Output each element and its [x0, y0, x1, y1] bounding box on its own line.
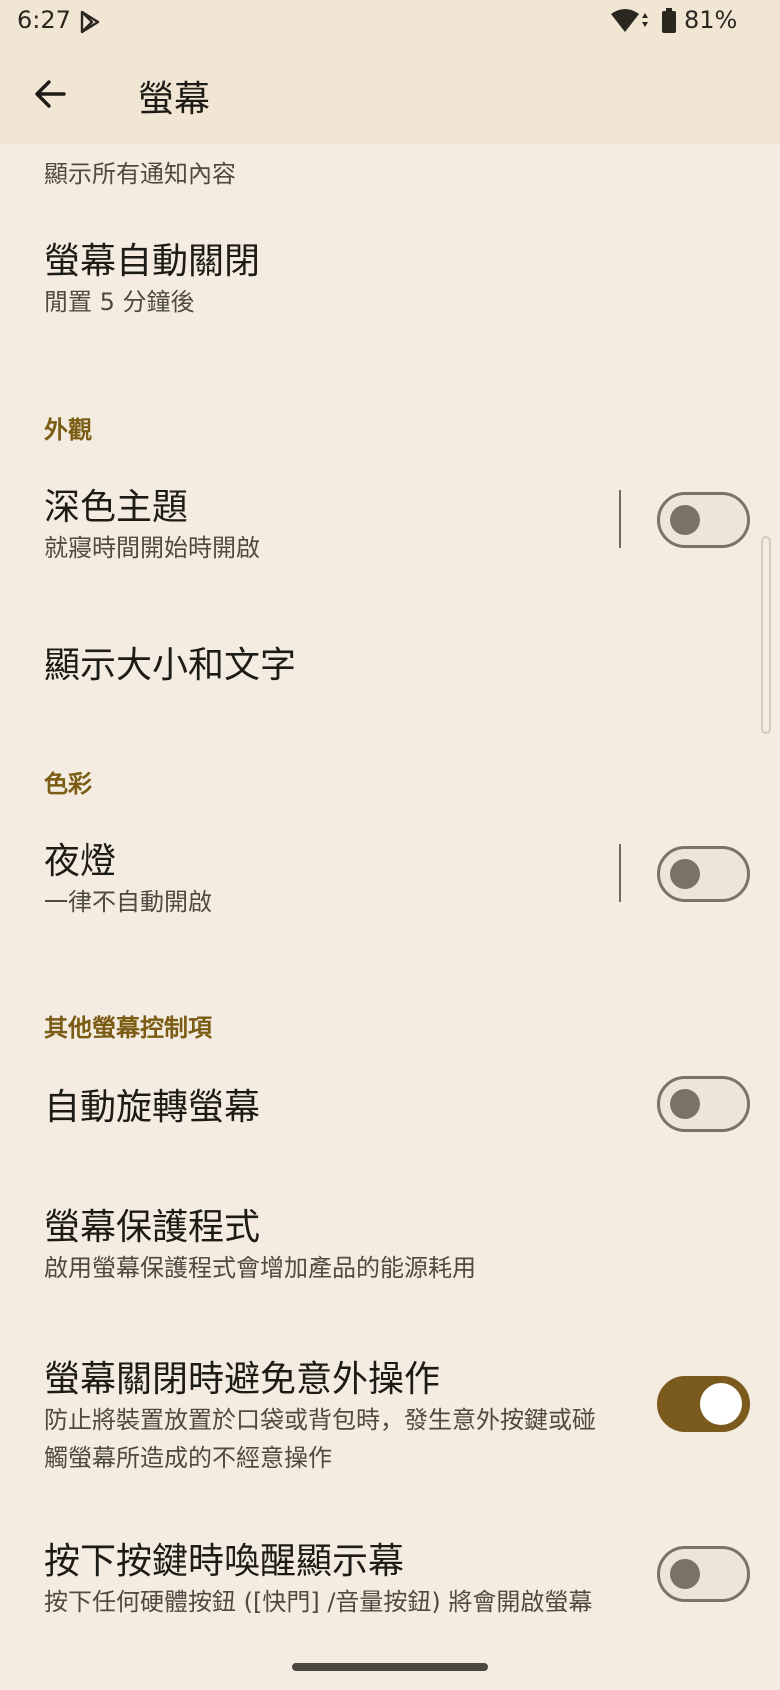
app-bar: 螢幕 — [0, 44, 780, 144]
pocket-mode-summary-line-1: 防止將裝置放置於口袋或背包時，發生意外按鍵或碰 — [44, 1406, 596, 1434]
screen-timeout-item[interactable]: 螢幕自動關閉 閒置 5 分鐘後 — [0, 210, 780, 340]
wake-on-key-item[interactable]: 按下按鍵時喚醒顯示幕 按下任何硬體按鈕 ([快門] /音量按鈕) 將會開啟螢幕 — [0, 1522, 780, 1652]
status-time: 6:27 — [17, 6, 71, 34]
lock-screen-item[interactable]: 顯示所有通知內容 — [0, 144, 780, 194]
play-store-icon — [80, 10, 100, 34]
screen-saver-summary: 啟用螢幕保護程式會增加產品的能源耗用 — [44, 1254, 476, 1282]
arrow-back-icon — [35, 80, 66, 108]
wake-on-key-title: 按下按鍵時喚醒顯示幕 — [44, 1541, 405, 1582]
switch-thumb — [670, 1559, 700, 1589]
dark-theme-title: 深色主題 — [44, 487, 189, 528]
lock-screen-summary: 顯示所有通知內容 — [44, 160, 236, 188]
dark-theme-switch[interactable] — [657, 492, 750, 548]
night-light-switch[interactable] — [657, 846, 750, 902]
battery-percentage: 81% — [684, 6, 738, 34]
page-title: 螢幕 — [138, 79, 211, 120]
switch-thumb — [700, 1383, 742, 1425]
gesture-navigation-bar[interactable] — [292, 1663, 488, 1671]
scrollbar[interactable] — [761, 536, 771, 734]
auto-rotate-title: 自動旋轉螢幕 — [44, 1087, 261, 1128]
dark-theme-item[interactable]: 深色主題 就寢時間開始時開啟 — [0, 454, 780, 584]
switch-thumb — [670, 859, 700, 889]
night-light-title: 夜燈 — [44, 841, 117, 882]
back-button[interactable] — [20, 64, 80, 124]
wake-on-key-summary: 按下任何硬體按鈕 ([快門] /音量按鈕) 將會開啟螢幕 — [44, 1588, 593, 1616]
screen-timeout-summary: 閒置 5 分鐘後 — [44, 288, 195, 316]
night-light-item[interactable]: 夜燈 一律不自動開啟 — [0, 808, 780, 938]
status-bar: 6:27 81% — [0, 0, 780, 44]
switch-thumb — [670, 505, 700, 535]
auto-rotate-item[interactable]: 自動旋轉螢幕 — [0, 1048, 780, 1160]
switch-thumb — [670, 1089, 700, 1119]
section-header-other-controls: 其他螢幕控制項 — [44, 1014, 212, 1042]
battery-icon — [662, 8, 676, 33]
wifi-icon — [611, 9, 648, 32]
pocket-mode-switch[interactable] — [657, 1376, 750, 1432]
display-size-title: 顯示大小和文字 — [44, 645, 297, 686]
pocket-mode-summary-line-2: 觸螢幕所造成的不經意操作 — [44, 1444, 332, 1472]
settings-screen: 6:27 81% 螢幕 顯示所有通知內容 螢幕自動關閉 閒置 5 分鐘後 外觀 … — [0, 0, 780, 1690]
section-header-appearance: 外觀 — [44, 416, 92, 444]
night-light-summary: 一律不自動開啟 — [44, 888, 212, 916]
section-header-color: 色彩 — [44, 770, 92, 798]
screen-saver-title: 螢幕保護程式 — [44, 1207, 261, 1248]
divider — [619, 490, 621, 548]
settings-list[interactable]: 顯示所有通知內容 螢幕自動關閉 閒置 5 分鐘後 外觀 深色主題 就寢時間開始時… — [0, 144, 780, 1690]
pocket-mode-title: 螢幕關閉時避免意外操作 — [44, 1359, 441, 1400]
auto-rotate-switch[interactable] — [657, 1076, 750, 1132]
display-size-item[interactable]: 顯示大小和文字 — [0, 602, 780, 712]
screen-saver-item[interactable]: 螢幕保護程式 啟用螢幕保護程式會增加產品的能源耗用 — [0, 1190, 780, 1314]
dark-theme-summary: 就寢時間開始時開啟 — [44, 534, 260, 562]
pocket-mode-item[interactable]: 螢幕關閉時避免意外操作 防止將裝置放置於口袋或背包時，發生意外按鍵或碰 觸螢幕所… — [0, 1334, 780, 1514]
screen-timeout-title: 螢幕自動關閉 — [44, 241, 261, 282]
wake-on-key-switch[interactable] — [657, 1546, 750, 1602]
top-header: 6:27 81% 螢幕 — [0, 0, 780, 144]
divider — [619, 844, 621, 902]
